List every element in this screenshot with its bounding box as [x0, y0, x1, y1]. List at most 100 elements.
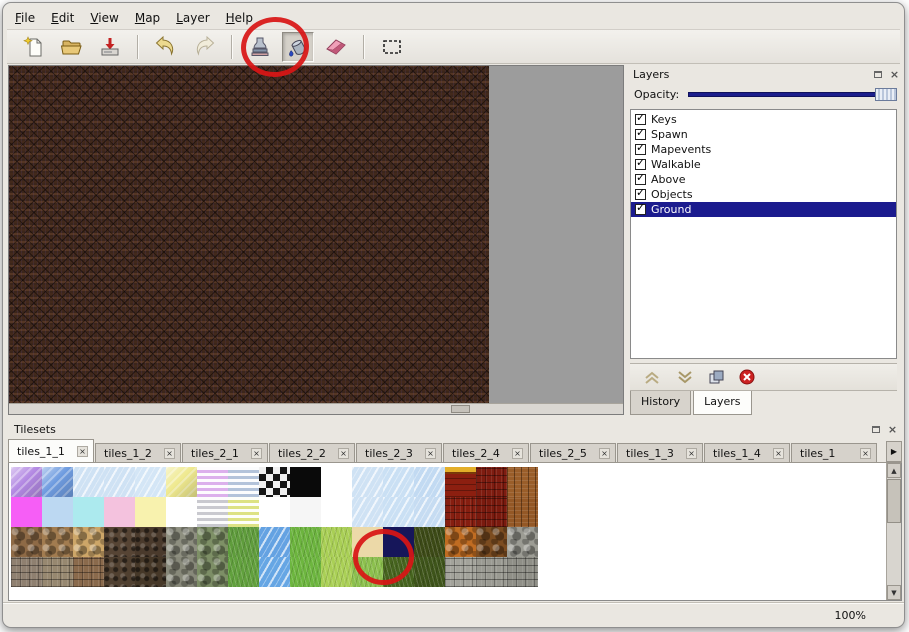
tile-1-9[interactable] — [290, 497, 321, 527]
tile-3-10[interactable] — [321, 557, 352, 587]
menu-layer[interactable]: Layer — [168, 9, 217, 27]
tile-3-9[interactable] — [290, 557, 321, 587]
save-map-button[interactable] — [94, 32, 126, 62]
tile-2-12[interactable] — [383, 527, 414, 557]
tile-3-16[interactable] — [507, 557, 538, 587]
tile-2-8[interactable] — [259, 527, 290, 557]
tile-1-3[interactable] — [104, 497, 135, 527]
opacity-slider-handle[interactable] — [875, 88, 897, 101]
tile-2-0[interactable] — [11, 527, 42, 557]
new-map-button[interactable] — [18, 32, 50, 62]
tab-scroll-right-button[interactable]: ▶ — [886, 441, 902, 462]
lower-layer-button[interactable] — [675, 370, 695, 385]
tab-history[interactable]: History — [630, 391, 691, 415]
tile-1-7[interactable] — [228, 497, 259, 527]
raise-layer-button[interactable] — [642, 370, 662, 385]
tilesets-close-button[interactable]: × — [886, 423, 899, 436]
tileset-tab-tiles_1[interactable]: tiles_1× — [791, 443, 877, 462]
layer-visibility-checkbox[interactable]: ✓ — [635, 204, 646, 215]
tilesets-float-button[interactable] — [869, 423, 882, 436]
tile-3-13[interactable] — [414, 557, 445, 587]
layer-row-spawn[interactable]: ✓ Spawn — [631, 127, 896, 142]
menu-help[interactable]: Help — [218, 9, 261, 27]
menu-map[interactable]: Map — [127, 9, 168, 27]
opacity-slider[interactable] — [688, 87, 897, 102]
tile-2-4[interactable] — [135, 527, 166, 557]
menu-view[interactable]: View — [82, 9, 126, 27]
layers-close-button[interactable]: × — [888, 68, 901, 81]
tile-0-15[interactable] — [476, 467, 507, 497]
tab-close-icon[interactable]: × — [77, 446, 88, 457]
tile-2-7[interactable] — [228, 527, 259, 557]
tile-3-6[interactable] — [197, 557, 228, 587]
tile-1-14[interactable] — [445, 497, 476, 527]
scroll-down-button[interactable]: ▼ — [887, 585, 901, 600]
tile-0-13[interactable] — [414, 467, 445, 497]
tile-2-1[interactable] — [42, 527, 73, 557]
tile-2-10[interactable] — [321, 527, 352, 557]
menu-file[interactable]: File — [7, 9, 43, 27]
fill-tool-button[interactable] — [282, 32, 314, 62]
tile-0-10[interactable] — [321, 467, 352, 497]
delete-layer-button[interactable] — [739, 369, 755, 385]
layer-visibility-checkbox[interactable]: ✓ — [635, 129, 646, 140]
tile-0-8[interactable] — [259, 467, 290, 497]
undo-button[interactable] — [150, 32, 182, 62]
palette-vscroll-thumb[interactable] — [887, 479, 901, 523]
select-tool-button[interactable] — [376, 32, 408, 62]
layer-row-above[interactable]: ✓ Above — [631, 172, 896, 187]
layer-visibility-checkbox[interactable]: ✓ — [635, 174, 646, 185]
tileset-tab-tiles_1_4[interactable]: tiles_1_4× — [704, 443, 790, 462]
tileset-tab-tiles_2_4[interactable]: tiles_2_4× — [443, 443, 529, 462]
tile-3-0[interactable] — [11, 557, 42, 587]
layer-row-ground[interactable]: ✓ Ground — [631, 202, 896, 217]
layer-row-keys[interactable]: ✓ Keys — [631, 112, 896, 127]
tile-0-14[interactable] — [445, 467, 476, 497]
tile-3-5[interactable] — [166, 557, 197, 587]
tile-0-4[interactable] — [135, 467, 166, 497]
tab-close-icon[interactable]: × — [251, 448, 262, 459]
tile-3-8[interactable] — [259, 557, 290, 587]
tile-0-7[interactable] — [228, 467, 259, 497]
duplicate-layer-button[interactable] — [708, 369, 726, 385]
menu-edit[interactable]: Edit — [43, 9, 82, 27]
tile-1-0[interactable] — [11, 497, 42, 527]
tile-1-16[interactable] — [507, 497, 538, 527]
tab-close-icon[interactable]: × — [860, 448, 871, 459]
tile-0-6[interactable] — [197, 467, 228, 497]
tile-0-2[interactable] — [73, 467, 104, 497]
open-map-button[interactable] — [56, 32, 88, 62]
tile-1-10[interactable] — [321, 497, 352, 527]
tile-2-15[interactable] — [476, 527, 507, 557]
tab-close-icon[interactable]: × — [425, 448, 436, 459]
tile-0-1[interactable] — [42, 467, 73, 497]
tile-0-9[interactable] — [290, 467, 321, 497]
layer-row-walkable[interactable]: ✓ Walkable — [631, 157, 896, 172]
tab-close-icon[interactable]: × — [773, 448, 784, 459]
palette-vertical-scrollbar[interactable]: ▲ ▼ — [886, 463, 901, 600]
tile-1-5[interactable] — [166, 497, 197, 527]
tile-1-2[interactable] — [73, 497, 104, 527]
tile-1-6[interactable] — [197, 497, 228, 527]
tile-2-13[interactable] — [414, 527, 445, 557]
map-canvas[interactable] — [9, 66, 489, 403]
layer-row-objects[interactable]: ✓ Objects — [631, 187, 896, 202]
layers-float-button[interactable] — [871, 68, 884, 81]
redo-button[interactable] — [188, 32, 220, 62]
tile-1-15[interactable] — [476, 497, 507, 527]
tab-close-icon[interactable]: × — [164, 448, 175, 459]
map-horizontal-scrollbar[interactable] — [9, 403, 623, 414]
tab-layers[interactable]: Layers — [693, 391, 751, 415]
tileset-tab-tiles_2_2[interactable]: tiles_2_2× — [269, 443, 355, 462]
tile-2-5[interactable] — [166, 527, 197, 557]
tab-close-icon[interactable]: × — [338, 448, 349, 459]
tile-1-12[interactable] — [383, 497, 414, 527]
tileset-tab-tiles_2_3[interactable]: tiles_2_3× — [356, 443, 442, 462]
eraser-tool-button[interactable] — [320, 32, 352, 62]
tile-2-3[interactable] — [104, 527, 135, 557]
tile-3-11[interactable] — [352, 557, 383, 587]
tileset-tab-tiles_2_5[interactable]: tiles_2_5× — [530, 443, 616, 462]
tileset-tab-tiles_1_3[interactable]: tiles_1_3× — [617, 443, 703, 462]
stamp-tool-button[interactable] — [244, 32, 276, 62]
scroll-up-button[interactable]: ▲ — [887, 463, 901, 478]
